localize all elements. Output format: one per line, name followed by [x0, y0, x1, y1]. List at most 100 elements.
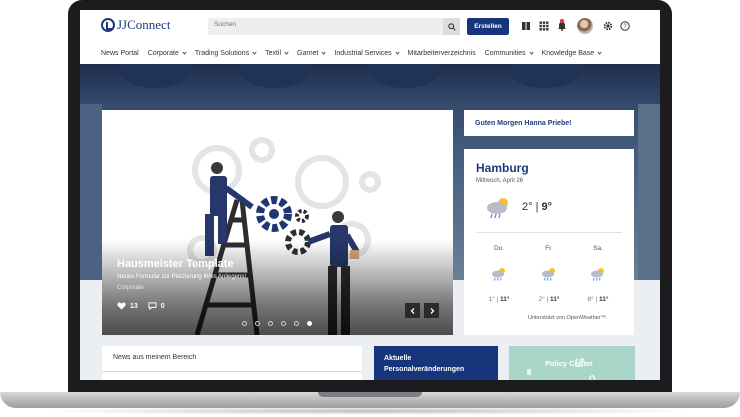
forecast-high: 11°	[599, 296, 609, 303]
top-bar: JJConnect Erstellen ?	[80, 10, 660, 42]
logo[interactable]: JJConnect	[101, 17, 170, 33]
chevron-right-icon	[430, 307, 434, 314]
forecast-day: Sa.	[593, 245, 603, 252]
external-link-icon	[575, 358, 584, 367]
search-box	[208, 18, 460, 35]
news-area-tile[interactable]: News aus meinem Bereich	[102, 346, 362, 380]
nav-item-communities[interactable]: Communities	[484, 49, 534, 57]
laptop-notch	[318, 392, 422, 397]
nav-item-trading-solutions[interactable]: Trading Solutions	[194, 49, 257, 57]
notification-dot	[560, 19, 564, 23]
forecast-low: 1°	[488, 296, 495, 303]
logo-mark-icon	[101, 18, 115, 32]
nav-item-label: Knowledge Base	[541, 49, 595, 57]
carousel-prev-button[interactable]	[405, 303, 420, 318]
gear-icon[interactable]	[603, 21, 613, 31]
laptop-frame: JJConnect Erstellen ? News Por	[0, 0, 740, 417]
help-icon[interactable]: ?	[620, 21, 630, 31]
nav-item-label: Mitarbeiterverzeichnis	[407, 49, 476, 57]
forecast-temp: 8° | 11°	[587, 296, 609, 303]
carousel-dot[interactable]	[294, 321, 299, 326]
personnel-changes-tile[interactable]: Aktuelle Personalveränderungen	[374, 346, 498, 380]
rain-cloud-icon	[591, 268, 604, 281]
forecast-temp: 1° | 11°	[488, 296, 510, 303]
hero-building	[638, 104, 660, 280]
chevron-down-icon	[182, 49, 187, 55]
nav-item-label: Corporate	[147, 49, 179, 57]
rain-cloud-icon	[542, 268, 555, 281]
like-count: 13	[130, 302, 138, 310]
book-icon[interactable]	[521, 21, 531, 31]
forecast-day: Do.	[493, 245, 505, 252]
laptop-shadow	[40, 407, 700, 415]
carousel-dot[interactable]	[242, 321, 247, 326]
create-button[interactable]: Erstellen	[467, 18, 509, 35]
forecast-low: 2°	[538, 296, 545, 303]
policy-center-title: Policy Center	[545, 359, 593, 368]
featured-title[interactable]: Hausmeister Template	[117, 258, 234, 270]
weather-current-temp: 2° | 9°	[522, 201, 553, 213]
policy-center-tile[interactable]: Policy Center	[509, 346, 635, 380]
rain-cloud-icon	[487, 198, 508, 219]
featured-news-card[interactable]: Hausmeister Template Neues Formular zur …	[102, 110, 453, 335]
hero-building	[80, 104, 102, 280]
nav-item-industrial-services[interactable]: Industrial Services	[334, 49, 400, 57]
nav-item-label: Communities	[484, 49, 526, 57]
weather-date: Mittwoch, April 26	[476, 178, 524, 184]
chevron-down-icon	[528, 49, 534, 55]
rain-cloud-icon	[492, 268, 505, 281]
screen: JJConnect Erstellen ? News Por	[80, 10, 660, 380]
news-area-title: News aus meinem Bereich	[113, 354, 197, 361]
featured-subtitle: Neues Formular zur Platzierung Ihres Anl…	[117, 274, 247, 280]
weather-credit[interactable]: Unterstützt von OpenWeather™.	[528, 315, 608, 321]
nav-item-label: Textil	[265, 49, 282, 57]
forecast-temp: 2° | 11°	[538, 296, 560, 303]
weather-divider	[476, 232, 622, 233]
main-nav: News Portal Corporate Trading Solutions …	[80, 42, 660, 64]
apps-grid-icon[interactable]	[539, 21, 549, 31]
carousel-next-button[interactable]	[424, 303, 439, 318]
chevron-down-icon	[395, 49, 400, 55]
news-divider	[102, 371, 362, 372]
search-input[interactable]	[214, 21, 434, 28]
weather-widget: Hamburg Mittwoch, April 26 2° | 9° Do. F…	[464, 149, 634, 335]
comment-icon[interactable]	[148, 302, 157, 310]
nav-item-label: Industrial Services	[334, 49, 392, 57]
chevron-down-icon	[321, 49, 327, 55]
carousel-dot-active[interactable]	[307, 321, 312, 326]
nav-item-news-portal[interactable]: News Portal	[101, 50, 139, 57]
nav-item-garnet[interactable]: Garnet	[297, 49, 327, 57]
current-high: 9°	[541, 201, 553, 213]
nav-item-label: Trading Solutions	[194, 49, 250, 57]
nav-item-corporate[interactable]: Corporate	[147, 49, 187, 57]
featured-category: Corporate	[117, 285, 144, 291]
search-button[interactable]	[443, 18, 460, 35]
nav-item-mitarbeiterverzeichnis[interactable]: Mitarbeiterverzeichnis	[408, 50, 476, 57]
forecast-day: Fr.	[545, 245, 553, 252]
personnel-changes-title: Aktuelle Personalveränderungen	[384, 355, 465, 373]
chevron-down-icon	[284, 49, 289, 55]
nav-item-knowledge-base[interactable]: Knowledge Base	[542, 50, 602, 57]
carousel-dot[interactable]	[268, 321, 273, 326]
nav-item-label: News Portal	[101, 49, 139, 57]
nav-item-label: Garnet	[297, 49, 319, 57]
search-icon	[447, 22, 456, 31]
featured-stats: 13 0	[117, 302, 165, 310]
hand-icon	[527, 369, 531, 375]
chevron-down-icon	[252, 49, 257, 55]
carousel-dot[interactable]	[281, 321, 286, 326]
nav-item-textil[interactable]: Textil	[265, 49, 289, 57]
carousel-dot[interactable]	[255, 321, 260, 326]
forecast-high: 11°	[550, 296, 560, 303]
avatar[interactable]	[577, 18, 593, 34]
greeting-banner: Guten Morgen Hanna Priebe!	[464, 110, 634, 136]
heart-icon[interactable]	[117, 302, 126, 310]
carousel-dots	[242, 321, 312, 326]
forecast-low: 8°	[587, 296, 594, 303]
logo-text: JJConnect	[117, 17, 171, 32]
search-icon	[589, 375, 596, 380]
current-low: 2°	[522, 201, 533, 213]
weather-city: Hamburg	[476, 161, 529, 175]
chevron-left-icon	[410, 307, 414, 314]
chevron-down-icon	[597, 49, 602, 55]
